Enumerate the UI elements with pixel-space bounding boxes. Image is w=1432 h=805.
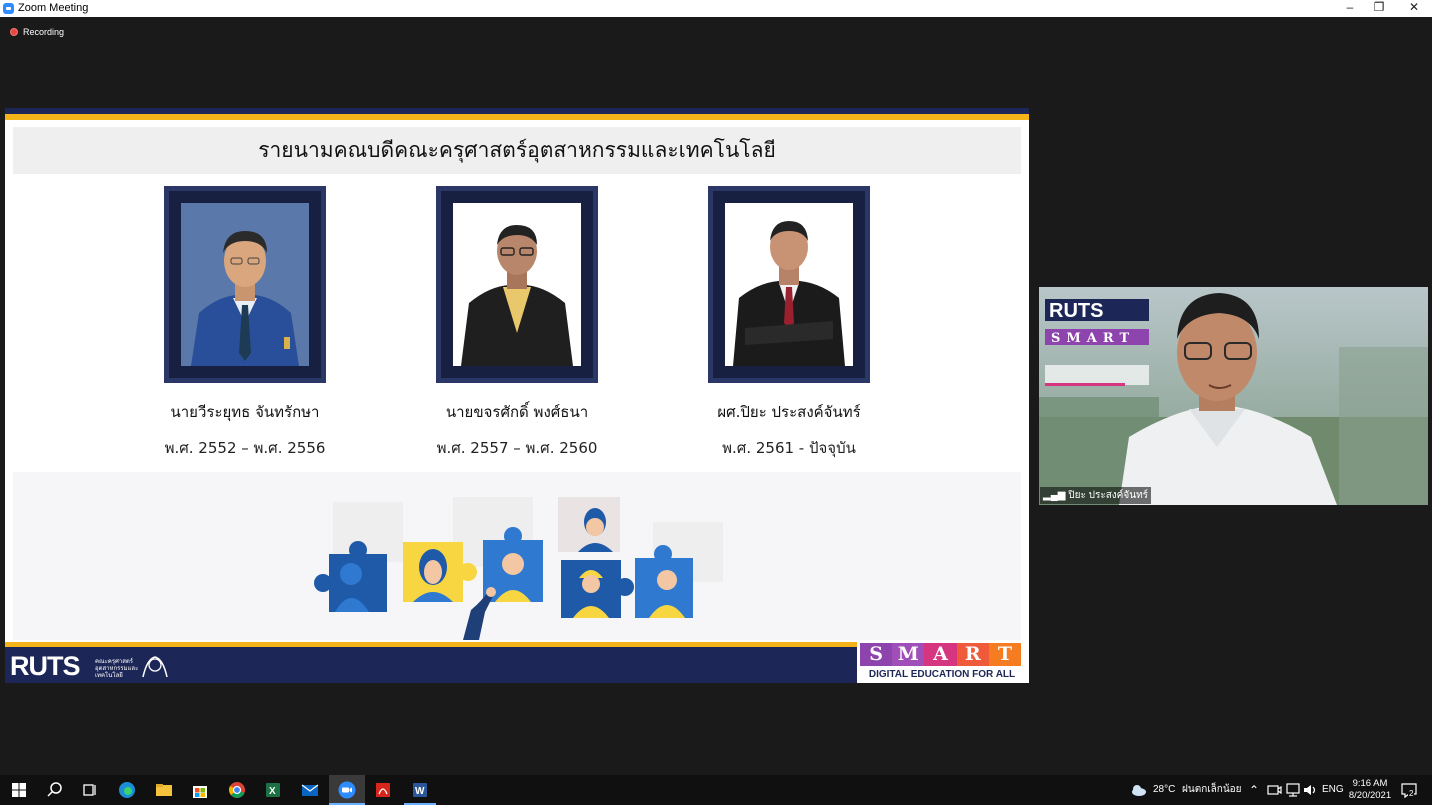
svg-text:W: W bbox=[415, 786, 425, 797]
participant-name: ปิยะ ประสงค์จันทร์ bbox=[1068, 490, 1149, 501]
dean-portrait-2 bbox=[436, 186, 598, 383]
smart-logo: S M A R T DIGITAL EDUCATION FOR ALL bbox=[857, 640, 1029, 683]
window-title: Zoom Meeting bbox=[18, 2, 89, 14]
faculty-emblem-icon bbox=[142, 656, 168, 678]
input-language[interactable]: ENG bbox=[1322, 775, 1344, 805]
dean-photo-2 bbox=[453, 203, 581, 366]
zoom-app-icon bbox=[3, 3, 14, 14]
slide-heading: รายนามคณบดีคณะครุศาสตร์อุตสาหกรรมและเทคโ… bbox=[258, 138, 776, 162]
dean-portrait-3 bbox=[708, 186, 870, 383]
task-view-icon[interactable] bbox=[80, 780, 100, 800]
smart-letter-t: T bbox=[988, 643, 1022, 666]
participant-video-feed: RUTS SMART bbox=[1039, 287, 1428, 505]
slide-heading-box: รายนามคณบดีคณะครุศาสตร์อุตสาหกรรมและเทคโ… bbox=[13, 127, 1021, 174]
dean-photo-3 bbox=[725, 203, 853, 366]
smart-tagline: DIGITAL EDUCATION FOR ALL bbox=[868, 669, 1016, 680]
dean-photo-1 bbox=[181, 203, 309, 366]
weather-temp[interactable]: 28°C bbox=[1153, 775, 1175, 805]
close-button[interactable]: ✕ bbox=[1396, 0, 1432, 17]
smart-letter-s: S bbox=[860, 643, 893, 666]
ruts-logo-text: RUTS bbox=[10, 651, 80, 681]
weather-cloud-icon[interactable] bbox=[1129, 780, 1149, 800]
svg-text:X: X bbox=[269, 786, 276, 797]
recording-indicator[interactable]: Recording bbox=[10, 27, 64, 37]
smart-letter-r: R bbox=[956, 643, 989, 666]
chrome-icon[interactable] bbox=[227, 780, 247, 800]
word-icon[interactable]: W bbox=[410, 780, 430, 800]
dean-portrait-1 bbox=[164, 186, 326, 383]
dean-name-3: ผศ.ปิยะ ประสงค์จันทร์ bbox=[717, 403, 861, 421]
puzzle-team-illustration bbox=[314, 497, 723, 640]
taskbar-clock[interactable]: 9:16 AM 8/20/2021 bbox=[1345, 778, 1395, 802]
dean-name-2: นายขจรศักดิ์ พงศ์ธนา bbox=[445, 403, 589, 421]
signal-strength-icon: ▂▄▆ bbox=[1043, 490, 1066, 501]
restore-button[interactable]: ❐ bbox=[1361, 0, 1397, 17]
search-icon[interactable] bbox=[45, 780, 65, 800]
shared-slide: รายนามคณบดีคณะครุศาสตร์อุตสาหกรรมและเทคโ… bbox=[5, 108, 1029, 683]
zoom-icon bbox=[338, 781, 356, 799]
clock-time: 9:16 AM bbox=[1352, 778, 1388, 789]
dean-name-1: นายวีระยุทธ จันทรักษา bbox=[170, 403, 320, 421]
volume-icon[interactable] bbox=[1300, 780, 1320, 800]
action-center-button[interactable]: 2 bbox=[1400, 781, 1418, 799]
recording-label: Recording bbox=[23, 27, 65, 37]
weather-description[interactable]: ฝนตกเล็กน้อย bbox=[1182, 775, 1242, 805]
window-title-bar: Zoom Meeting – ❐ ✕ bbox=[0, 0, 1432, 17]
microsoft-store-icon[interactable] bbox=[190, 780, 210, 800]
smart-letters: S M A R T bbox=[860, 643, 1022, 666]
smart-letter-a: A bbox=[924, 643, 957, 666]
ruts-logo: RUTS คณะครุศาสตร์ อุตสาหกรรมและเทคโนโลยี bbox=[10, 651, 138, 682]
slide-footer: RUTS คณะครุศาสตร์ อุตสาหกรรมและเทคโนโลยี bbox=[5, 647, 857, 683]
participant-name-tag: ▂▄▆ ปิยะ ประสงค์จันทร์ bbox=[1040, 487, 1152, 504]
excel-icon[interactable]: X bbox=[263, 780, 283, 800]
svg-text:RUTS: RUTS bbox=[1049, 300, 1103, 322]
svg-text:SMART: SMART bbox=[1051, 331, 1135, 346]
windows-start-icon[interactable] bbox=[9, 780, 29, 800]
edge-browser-icon[interactable] bbox=[117, 780, 137, 800]
puzzle-illustration-area bbox=[13, 472, 1021, 640]
windows-taskbar: X W 28°C ฝนตกเล็กน้อย ⌃ ENG 9:16 AM 8/20… bbox=[0, 775, 1432, 805]
notification-count: 2 bbox=[1408, 789, 1415, 798]
mail-icon[interactable] bbox=[300, 780, 320, 800]
slide-top-accent bbox=[5, 114, 1029, 120]
smart-letter-m: M bbox=[892, 643, 925, 666]
show-hidden-icons-chevron-icon[interactable]: ⌃ bbox=[1249, 775, 1259, 805]
dean-term-2: พ.ศ. 2557 – พ.ศ. 2560 bbox=[436, 439, 598, 457]
acrobat-icon[interactable] bbox=[373, 780, 393, 800]
participant-video[interactable]: RUTS SMART ▂▄▆ ปิยะ ประสงค์จันทร์ bbox=[1039, 287, 1428, 505]
zoom-taskbar-button[interactable] bbox=[329, 775, 365, 805]
clock-date: 8/20/2021 bbox=[1348, 790, 1392, 801]
dean-term-3: พ.ศ. 2561 - ปัจจุบัน bbox=[722, 439, 856, 457]
record-icon bbox=[10, 28, 18, 36]
dean-term-1: พ.ศ. 2552 – พ.ศ. 2556 bbox=[164, 439, 326, 457]
file-explorer-icon[interactable] bbox=[154, 780, 174, 800]
meet-now-icon[interactable] bbox=[1264, 780, 1284, 800]
